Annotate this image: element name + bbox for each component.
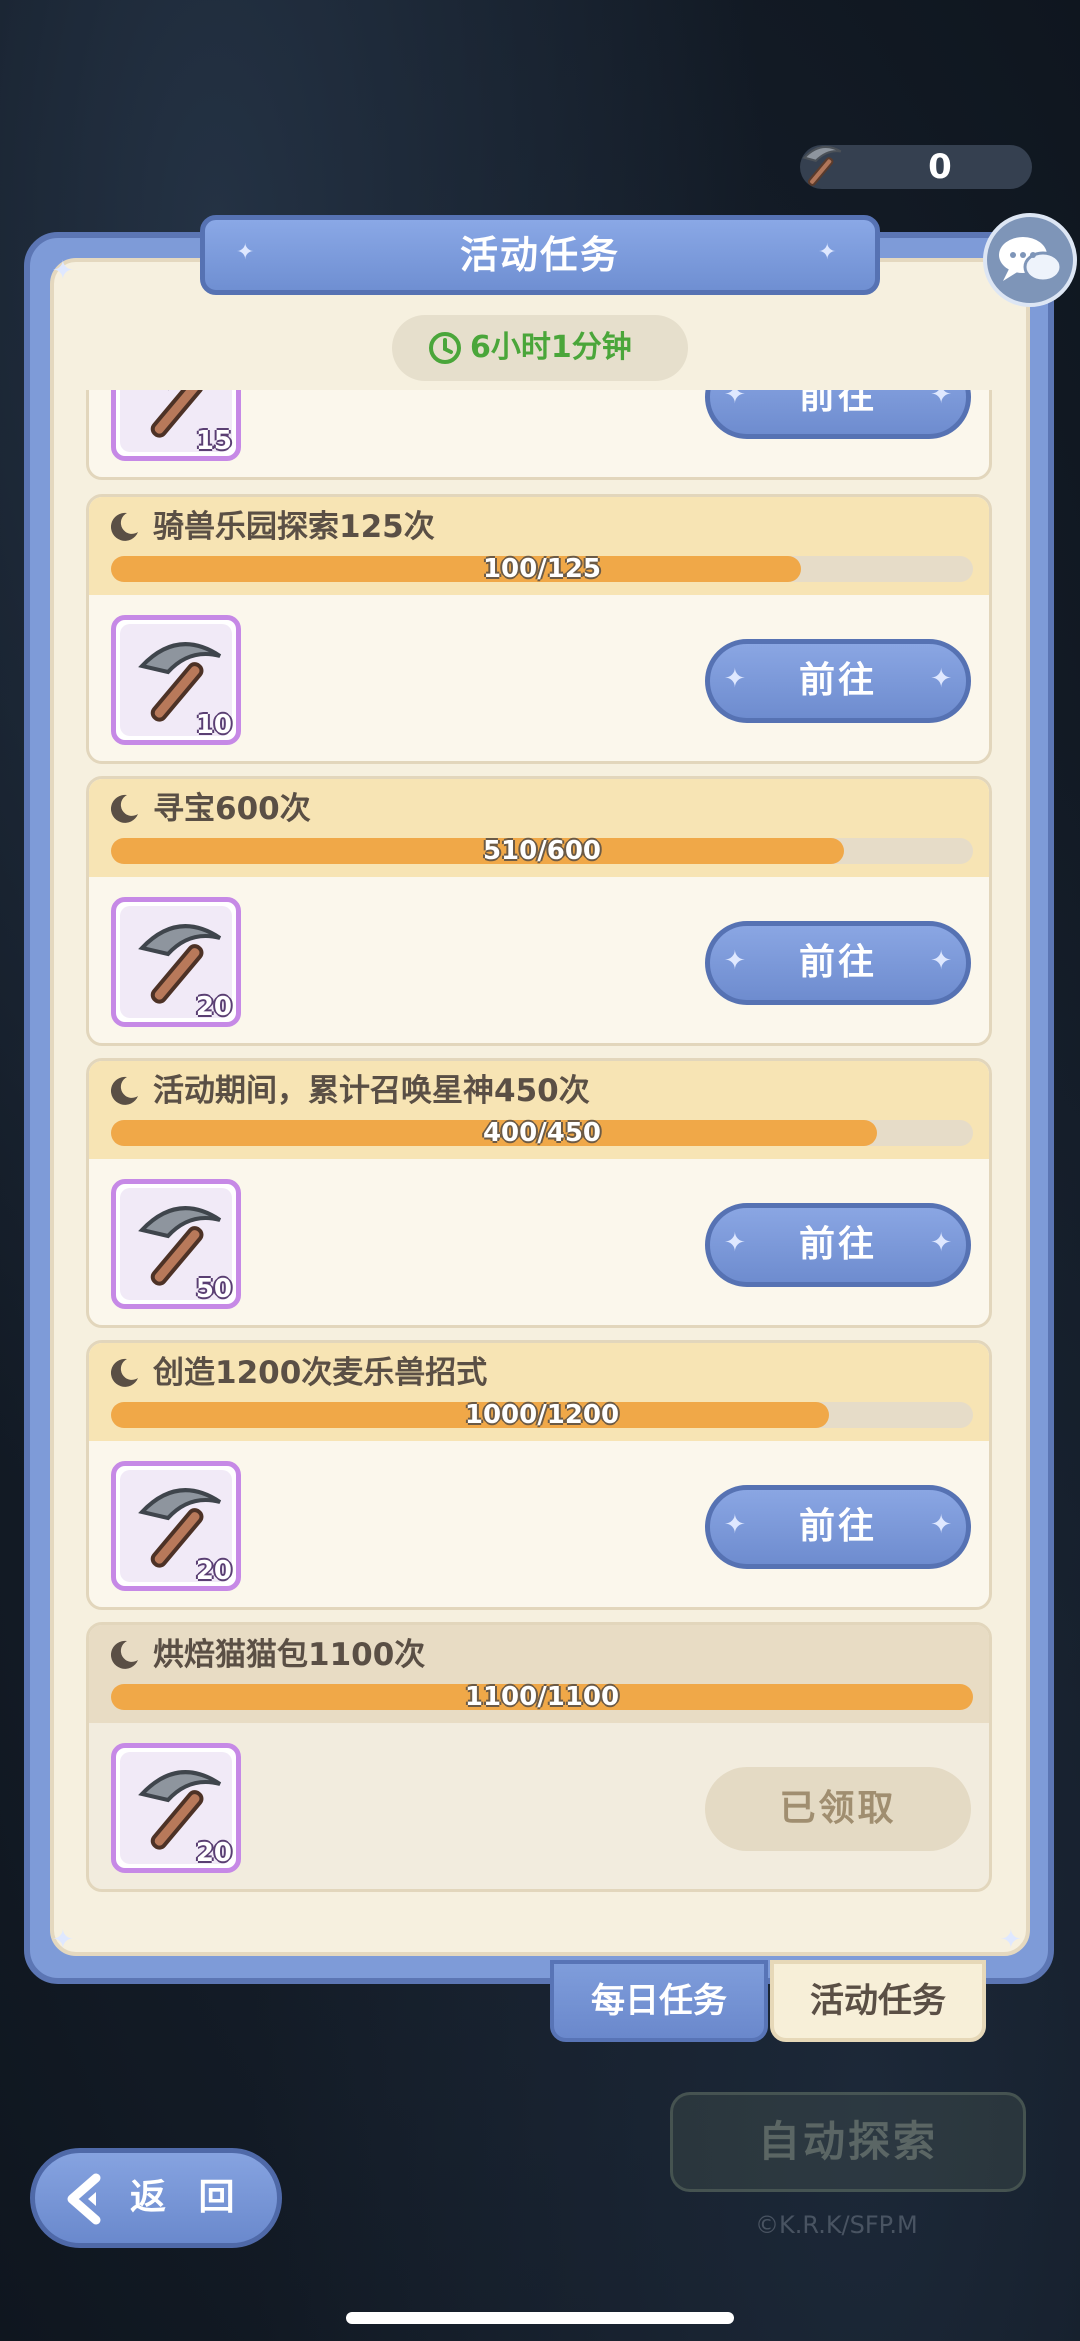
task-title: 创造1200次麦乐兽招式 bbox=[153, 1355, 488, 1391]
task-card: 15 ✦ ✦ 前往 bbox=[86, 390, 992, 480]
progress-text: 1000/1200 bbox=[464, 1400, 620, 1430]
copyright-text: ©K.R.K/SFP.M bbox=[755, 2211, 918, 2239]
claimed-button: 已领取 bbox=[705, 1767, 971, 1851]
reward-item[interactable]: 15 bbox=[111, 390, 241, 461]
task-list[interactable]: 15 ✦ ✦ 前往 骑兽乐园探索125次 100/125 10 ✦ ✦ 前往 寻… bbox=[86, 390, 996, 1900]
go-button[interactable]: ✦ ✦ 前往 bbox=[705, 390, 971, 439]
task-card: 活动期间，累计召唤星神450次 400/450 50 ✦ ✦ 前往 bbox=[86, 1058, 992, 1328]
task-card: 创造1200次麦乐兽招式 1000/1200 20 ✦ ✦ 前往 bbox=[86, 1340, 992, 1610]
moon-icon bbox=[110, 1076, 138, 1105]
chat-button[interactable] bbox=[983, 213, 1077, 307]
progress-bar: 1100/1100 bbox=[111, 1684, 973, 1710]
claimed-button-label: 已领取 bbox=[779, 1788, 897, 1829]
task-title: 活动期间，累计召唤星神450次 bbox=[153, 1073, 590, 1109]
go-button[interactable]: ✦ ✦ 前往 bbox=[705, 639, 971, 723]
clock-icon bbox=[429, 332, 461, 364]
reward-count: 10 bbox=[195, 710, 232, 740]
corner-sparkle-icon: ✦ bbox=[52, 1925, 74, 1955]
task-title: 烘焙猫猫包1100次 bbox=[153, 1637, 426, 1673]
back-button-label: 返 回 bbox=[130, 2177, 245, 2218]
back-arrow-icon bbox=[67, 2173, 101, 2225]
go-button-label: 前往 bbox=[798, 660, 877, 701]
home-indicator[interactable] bbox=[346, 2312, 734, 2324]
task-card: 寻宝600次 510/600 20 ✦ ✦ 前往 bbox=[86, 776, 992, 1046]
reward-count: 50 bbox=[195, 1274, 232, 1304]
go-button[interactable]: ✦ ✦ 前往 bbox=[705, 1485, 971, 1569]
progress-bar: 400/450 bbox=[111, 1120, 973, 1146]
reward-count: 20 bbox=[195, 992, 232, 1022]
reward-item[interactable]: 50 bbox=[111, 1179, 241, 1309]
tab-daily-label: 每日任务 bbox=[591, 1981, 727, 2021]
moon-icon bbox=[110, 512, 138, 541]
go-button[interactable]: ✦ ✦ 前往 bbox=[705, 921, 971, 1005]
go-button[interactable]: ✦ ✦ 前往 bbox=[705, 1203, 971, 1287]
moon-icon bbox=[110, 1358, 138, 1387]
corner-sparkle-icon: ✦ bbox=[52, 256, 74, 286]
auto-explore-label: 自动探索 bbox=[757, 2117, 938, 2166]
pickaxe-icon bbox=[802, 145, 842, 186]
task-card: 烘焙猫猫包1100次 1100/1100 20 已领取 bbox=[86, 1622, 992, 1892]
progress-text: 510/600 bbox=[482, 836, 602, 866]
chat-bubble-icon bbox=[999, 237, 1063, 283]
task-title: 骑兽乐园探索125次 bbox=[153, 509, 435, 545]
panel-title: 活动任务 bbox=[459, 233, 620, 277]
progress-text: 1100/1100 bbox=[464, 1682, 620, 1712]
task-card: 骑兽乐园探索125次 100/125 10 ✦ ✦ 前往 bbox=[86, 494, 992, 764]
task-title: 寻宝600次 bbox=[153, 791, 311, 827]
reward-count: 20 bbox=[195, 1838, 232, 1868]
progress-text: 400/450 bbox=[482, 1118, 602, 1148]
progress-bar: 100/125 bbox=[111, 556, 973, 582]
reward-count: 15 bbox=[195, 426, 232, 456]
go-button-label: 前往 bbox=[798, 1506, 877, 1547]
tab-event-tasks[interactable]: 活动任务 bbox=[770, 1960, 986, 2042]
tab-daily-tasks[interactable]: 每日任务 bbox=[550, 1960, 768, 2042]
reward-item[interactable]: 20 bbox=[111, 897, 241, 1027]
moon-icon bbox=[110, 1640, 138, 1669]
pickaxe-count: 0 bbox=[928, 147, 952, 187]
progress-bar: 510/600 bbox=[111, 838, 973, 864]
progress-bar: 1000/1200 bbox=[111, 1402, 973, 1428]
corner-sparkle-icon: ✦ bbox=[1000, 1925, 1022, 1955]
progress-text: 100/125 bbox=[482, 554, 602, 584]
reward-item[interactable]: 20 bbox=[111, 1743, 241, 1873]
moon-icon bbox=[110, 794, 138, 823]
tab-event-label: 活动任务 bbox=[810, 1981, 946, 2021]
reward-item[interactable]: 10 bbox=[111, 615, 241, 745]
go-button-label: 前往 bbox=[798, 390, 877, 417]
reward-count: 20 bbox=[195, 1556, 232, 1586]
countdown-text: 6小时1分钟 bbox=[470, 330, 632, 365]
reward-item[interactable]: 20 bbox=[111, 1461, 241, 1591]
go-button-label: 前往 bbox=[798, 1224, 877, 1265]
go-button-label: 前往 bbox=[798, 942, 877, 983]
